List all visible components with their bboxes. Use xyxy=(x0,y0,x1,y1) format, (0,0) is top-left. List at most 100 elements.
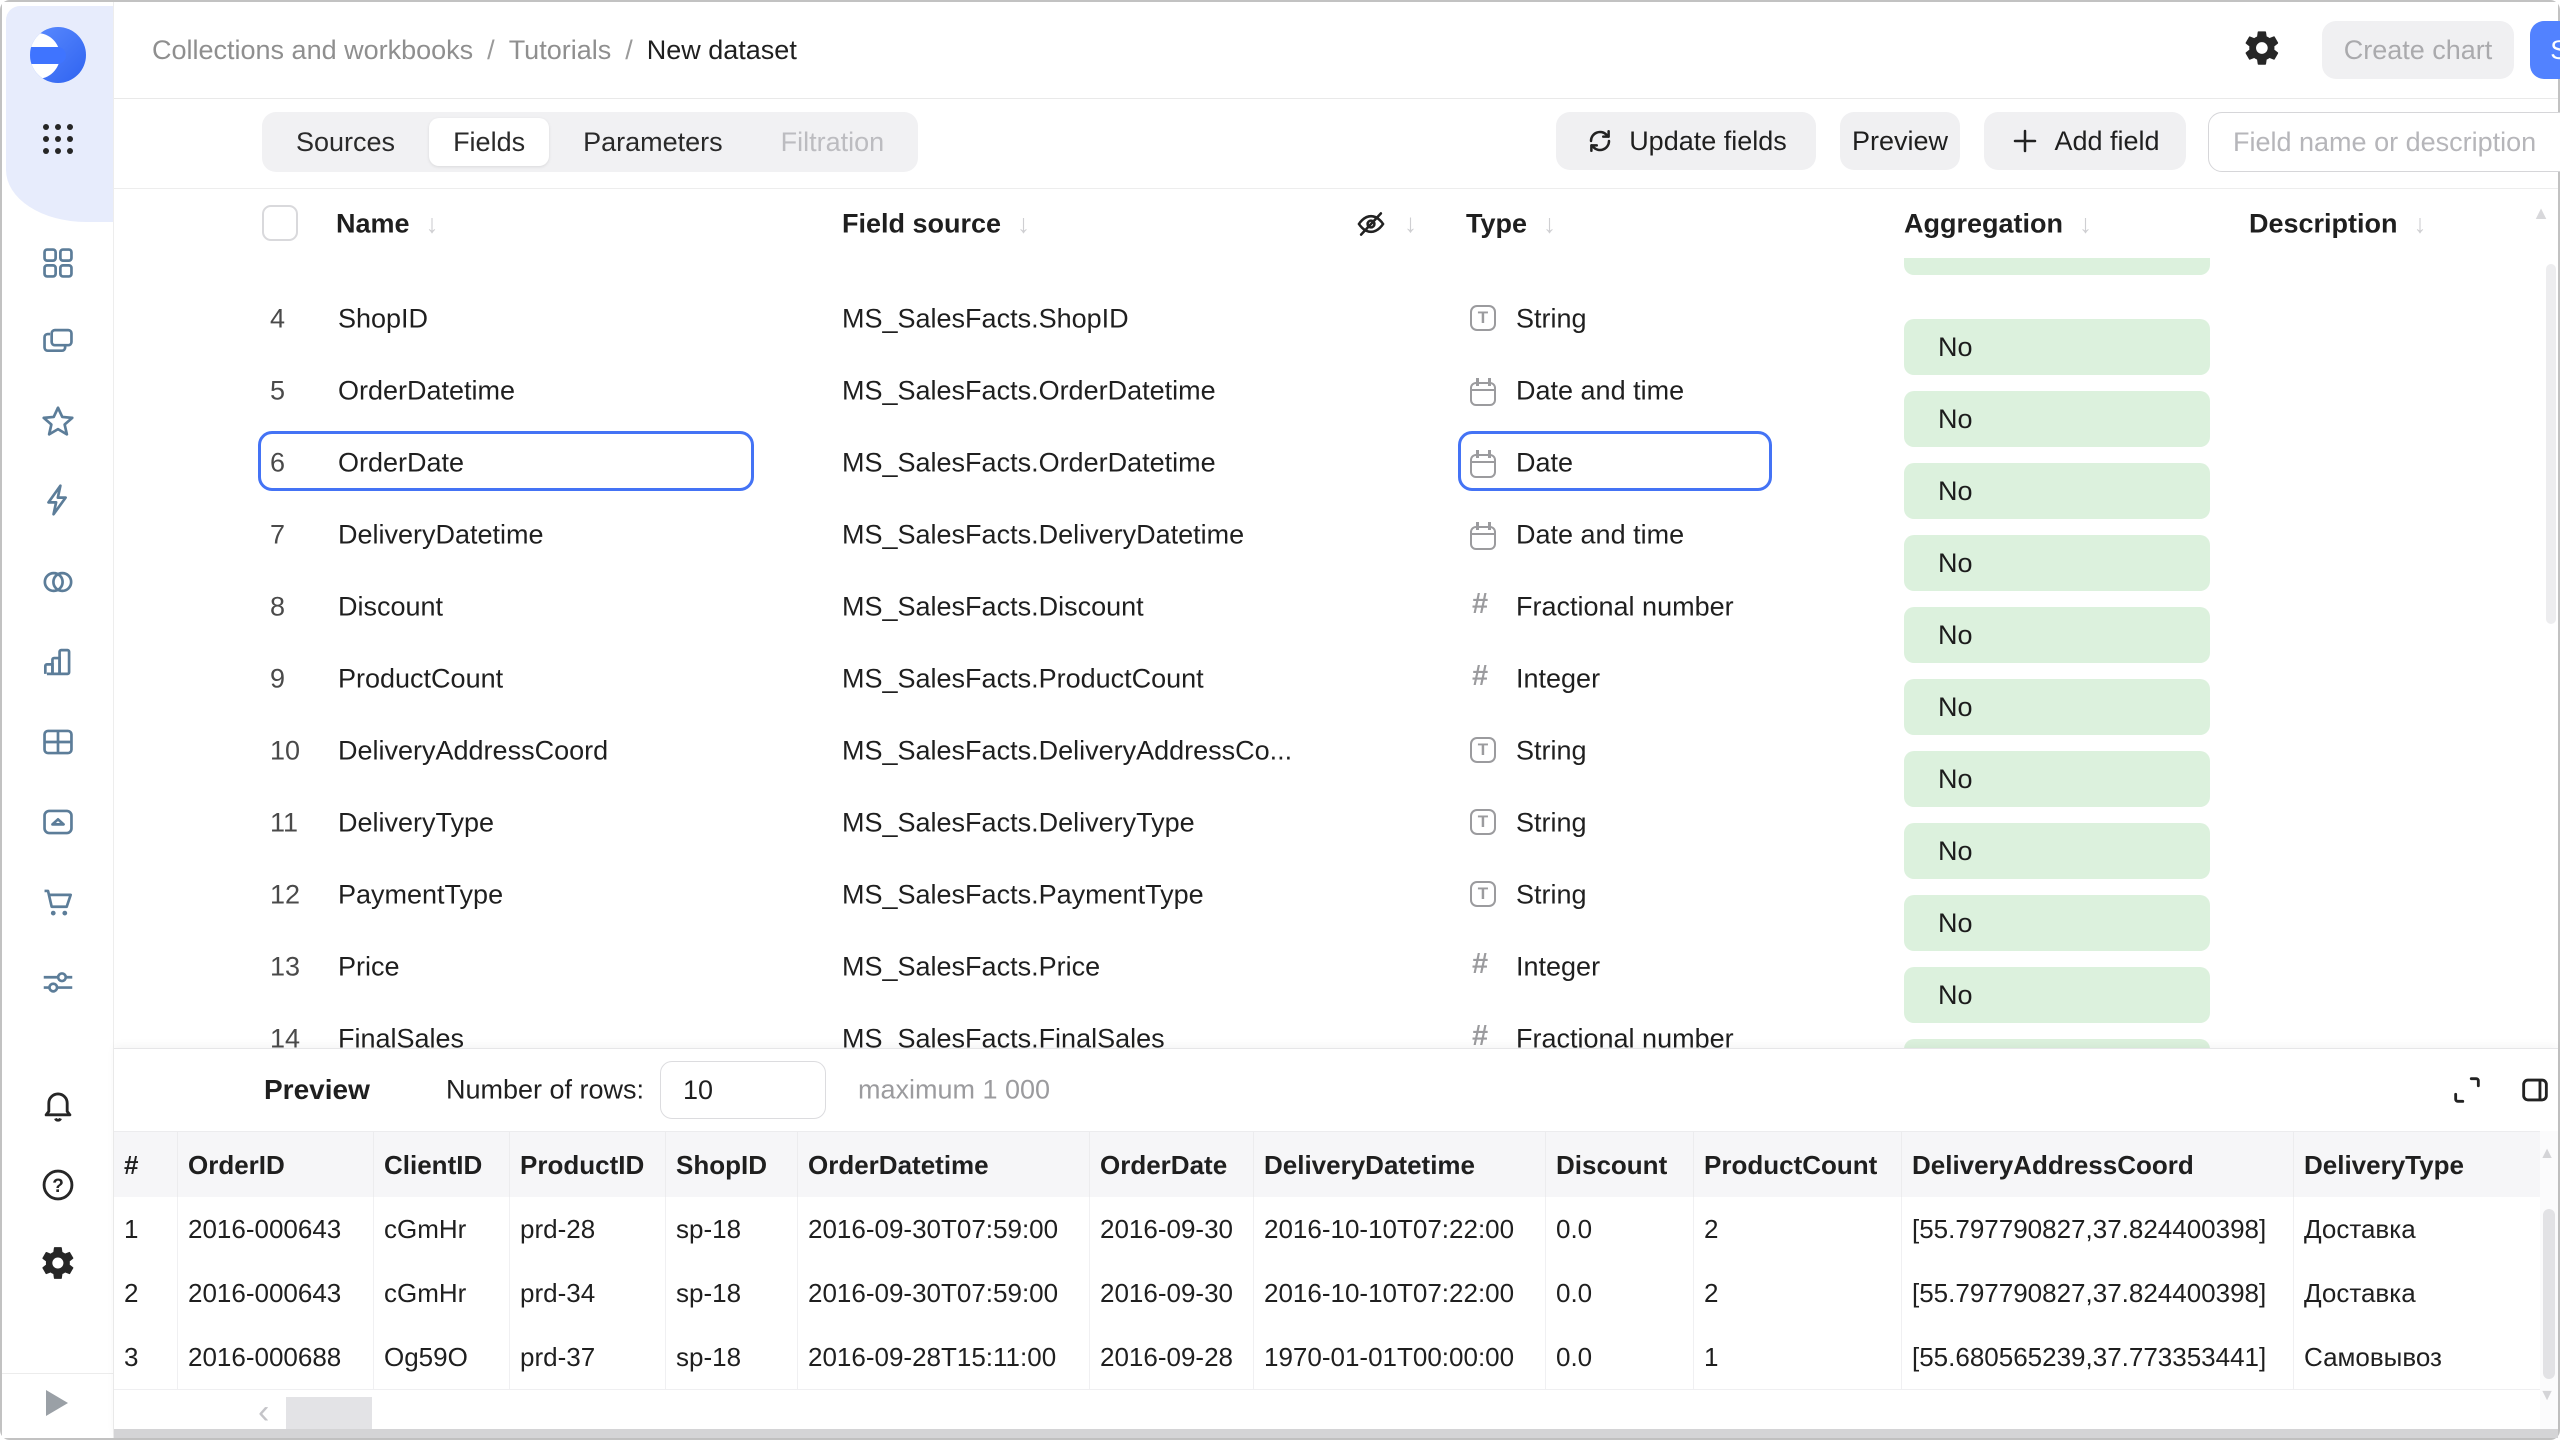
field-name[interactable]: PaymentType xyxy=(338,880,503,911)
scroll-left-icon[interactable]: ‹ xyxy=(258,1395,269,1429)
field-row[interactable]: 8 Discount MS_SalesFacts.Discount Fracti… xyxy=(114,571,2558,643)
refresh-icon xyxy=(1585,126,1615,156)
field-type[interactable]: Fractional number xyxy=(1516,592,1734,623)
rows-count-input[interactable] xyxy=(660,1061,826,1119)
field-row[interactable]: 5 OrderDatetime MS_SalesFacts.OrderDatet… xyxy=(114,355,2558,427)
field-type[interactable]: String xyxy=(1516,736,1587,767)
sidebar-item-datasets[interactable] xyxy=(39,563,77,601)
main-area: Collections and workbooks / Tutorials / … xyxy=(114,2,2558,1438)
preview-button[interactable]: Preview xyxy=(1840,112,1960,170)
breadcrumb-separator: / xyxy=(625,35,633,66)
field-type[interactable]: Integer xyxy=(1516,952,1600,983)
field-name[interactable]: Price xyxy=(338,952,400,983)
field-type-icon xyxy=(1470,454,1496,478)
column-header-name[interactable]: Name xyxy=(336,208,439,239)
column-header-visibility[interactable] xyxy=(1354,207,1417,241)
column-header-type[interactable]: Type xyxy=(1466,208,1556,239)
sidebar-item-charts[interactable] xyxy=(39,643,77,681)
apps-grid-icon[interactable] xyxy=(43,124,49,130)
save-button[interactable]: Save xyxy=(2530,21,2560,79)
preview-col-clientid: ClientID xyxy=(374,1132,510,1198)
column-header-field-source[interactable]: Field source xyxy=(842,208,1030,239)
sidebar-item-dashboard[interactable] xyxy=(39,244,77,282)
scroll-up-icon[interactable]: ▲ xyxy=(2532,203,2550,224)
plus-icon xyxy=(2010,126,2040,156)
field-name[interactable]: ProductCount xyxy=(338,664,503,695)
field-source[interactable]: MS_SalesFacts.DeliveryAddressCo... xyxy=(842,736,1292,767)
field-row-number: 10 xyxy=(270,736,300,767)
field-source[interactable]: MS_SalesFacts.DeliveryType xyxy=(842,808,1195,839)
scroll-down-icon[interactable]: ▼ xyxy=(2539,1387,2555,1405)
field-name[interactable]: DeliveryAddressCoord xyxy=(338,736,608,767)
field-source[interactable]: MS_SalesFacts.DeliveryDatetime xyxy=(842,520,1244,551)
field-source[interactable]: MS_SalesFacts.ProductCount xyxy=(842,664,1204,695)
fields-scrollbar-thumb[interactable] xyxy=(2546,264,2556,624)
field-name[interactable]: Discount xyxy=(338,592,443,623)
field-name[interactable]: DeliveryType xyxy=(338,808,494,839)
scroll-up-icon[interactable]: ▲ xyxy=(2539,1145,2555,1163)
field-source[interactable]: MS_SalesFacts.Discount xyxy=(842,592,1144,623)
update-fields-button[interactable]: Update fields xyxy=(1556,112,1816,170)
datalens-logo-icon[interactable] xyxy=(30,27,86,83)
preview-split-view-button[interactable] xyxy=(2518,1073,2552,1107)
field-row[interactable]: 11 DeliveryType MS_SalesFacts.DeliveryTy… xyxy=(114,787,2558,859)
field-type[interactable]: String xyxy=(1516,304,1587,335)
field-source[interactable]: MS_SalesFacts.OrderDatetime xyxy=(842,448,1216,479)
field-row-selected[interactable]: 6 OrderDate MS_SalesFacts.OrderDatetime … xyxy=(114,427,2558,499)
column-header-description[interactable]: Description xyxy=(2249,208,2427,239)
split-view-icon xyxy=(2518,1073,2552,1107)
help-button[interactable]: ? xyxy=(39,1166,77,1204)
preview-col-deliverytype: DeliveryType xyxy=(2294,1132,2504,1198)
add-field-button[interactable]: Add field xyxy=(1984,112,2186,170)
notifications-button[interactable] xyxy=(39,1086,77,1124)
field-type[interactable]: String xyxy=(1516,880,1587,911)
sidebar-item-favorites[interactable] xyxy=(39,403,77,441)
preview-col-orderdate: OrderDate xyxy=(1090,1132,1254,1198)
field-row[interactable]: 9 ProductCount MS_SalesFacts.ProductCoun… xyxy=(114,643,2558,715)
tab-parameters[interactable]: Parameters xyxy=(559,118,747,166)
field-row[interactable]: 12 PaymentType MS_SalesFacts.PaymentType… xyxy=(114,859,2558,931)
field-source[interactable]: MS_SalesFacts.ShopID xyxy=(842,304,1129,335)
column-header-aggregation[interactable]: Aggregation xyxy=(1904,208,2092,239)
sidebar-item-marketplace[interactable] xyxy=(39,883,77,921)
sidebar-item-dashboards[interactable] xyxy=(39,723,77,761)
preview-hscrollbar-thumb[interactable] xyxy=(286,1397,372,1431)
breadcrumb-collections[interactable]: Collections and workbooks xyxy=(152,35,473,66)
page-horizontal-scrollbar[interactable] xyxy=(114,1429,2558,1438)
tab-fields[interactable]: Fields xyxy=(429,118,549,166)
field-source[interactable]: MS_SalesFacts.OrderDatetime xyxy=(842,376,1216,407)
field-row[interactable]: 13 Price MS_SalesFacts.Price Integer No xyxy=(114,931,2558,1003)
sidebar-item-storage[interactable] xyxy=(39,803,77,841)
dataset-settings-button[interactable] xyxy=(2242,28,2282,68)
field-row[interactable]: 4 ShopID MS_SalesFacts.ShopID String No xyxy=(114,283,2558,355)
field-name[interactable]: ShopID xyxy=(338,304,428,335)
field-type[interactable]: Date and time xyxy=(1516,376,1684,407)
field-type-icon xyxy=(1470,382,1496,406)
field-row[interactable]: 10 DeliveryAddressCoord MS_SalesFacts.De… xyxy=(114,715,2558,787)
field-name[interactable]: OrderDatetime xyxy=(338,376,515,407)
field-type[interactable]: Date and time xyxy=(1516,520,1684,551)
preview-row: 1 2016-000643 cGmHr prd-28 sp-18 2016-09… xyxy=(114,1197,2540,1262)
sidebar-expand-icon[interactable] xyxy=(46,1390,68,1416)
preview-panel: Preview Number of rows: maximum 1 000 # … xyxy=(114,1048,2558,1438)
sidebar-item-connections[interactable] xyxy=(39,481,77,519)
select-all-checkbox[interactable] xyxy=(262,205,298,241)
tab-sources[interactable]: Sources xyxy=(272,118,419,166)
sidebar-item-services[interactable] xyxy=(39,963,77,1001)
field-type[interactable]: String xyxy=(1516,808,1587,839)
field-type[interactable]: Integer xyxy=(1516,664,1600,695)
preview-scrollbar-thumb[interactable] xyxy=(2543,1209,2555,1379)
settings-button[interactable] xyxy=(39,1244,77,1282)
field-source[interactable]: MS_SalesFacts.PaymentType xyxy=(842,880,1204,911)
field-row[interactable]: 7 DeliveryDatetime MS_SalesFacts.Deliver… xyxy=(114,499,2558,571)
field-type[interactable]: Date xyxy=(1516,448,1573,479)
cart-icon xyxy=(39,883,77,921)
field-name[interactable]: DeliveryDatetime xyxy=(338,520,544,551)
field-source[interactable]: MS_SalesFacts.Price xyxy=(842,952,1100,983)
sidebar-item-collections[interactable] xyxy=(39,323,77,361)
field-name[interactable]: OrderDate xyxy=(338,448,464,479)
aggregation-pill-partial xyxy=(1904,258,2210,275)
breadcrumb-tutorials[interactable]: Tutorials xyxy=(509,35,612,66)
field-search-input[interactable] xyxy=(2208,112,2560,172)
preview-expand-button[interactable] xyxy=(2450,1073,2484,1107)
